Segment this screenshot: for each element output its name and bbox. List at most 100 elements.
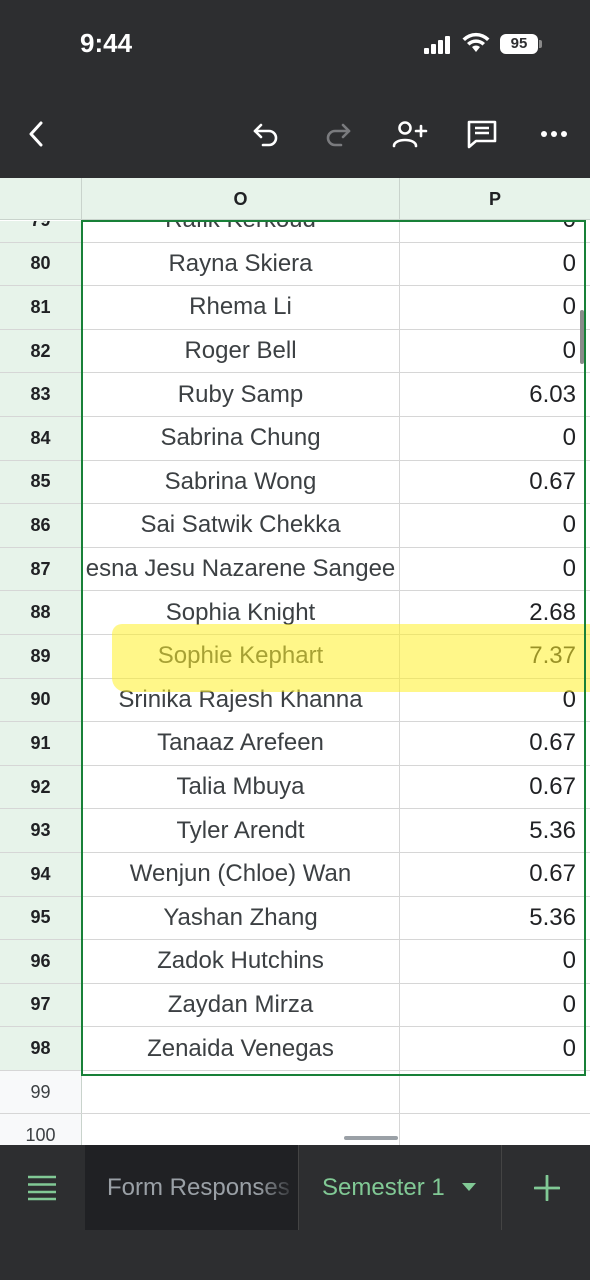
cell-name[interactable]: Rhema Li — [82, 286, 400, 329]
tab-form-responses[interactable]: Form Responses — [85, 1145, 299, 1230]
cell-value[interactable]: 0 — [400, 330, 586, 373]
cell-value[interactable]: 0 — [400, 1027, 586, 1070]
cell-value[interactable]: 0 — [400, 417, 586, 460]
sheet-grid: 79Rafik Kerkoud080Rayna Skiera081Rhema L… — [0, 221, 590, 1145]
cell-name[interactable]: Sophia Knight — [82, 591, 400, 634]
cell-name[interactable]: Tanaaz Arefeen — [82, 722, 400, 765]
cell-value[interactable]: 5.36 — [400, 897, 586, 940]
table-row: 95 Yashan Zhang 5.36 — [0, 896, 590, 941]
row-number[interactable]: 99 — [0, 1070, 82, 1114]
cell-name[interactable]: Rafik Kerkoud — [82, 221, 400, 242]
row-number[interactable]: 86 — [0, 504, 82, 547]
cell-name[interactable] — [82, 1114, 400, 1145]
row-number[interactable]: 89 — [0, 634, 82, 678]
row-number[interactable]: 80 — [0, 242, 82, 286]
more-icon[interactable] — [532, 112, 576, 156]
cell-value[interactable]: 0.67 — [400, 461, 586, 504]
tab-semester-1-label: Semester 1 — [322, 1174, 445, 1201]
battery-indicator: 95 — [500, 34, 538, 54]
cell-value[interactable]: 0 — [400, 243, 586, 286]
cell-name[interactable]: Rayna Skiera — [82, 242, 400, 286]
row-number[interactable]: 100 — [0, 1114, 82, 1145]
row-number[interactable]: 91 — [0, 722, 82, 765]
cell-name[interactable]: Sophie Kephart — [82, 634, 400, 678]
row-number[interactable]: 92 — [0, 765, 82, 809]
cell-value[interactable]: 0 — [400, 940, 586, 983]
table-row: 97 Zaydan Mirza 0 — [0, 983, 590, 1028]
row-number[interactable]: 87 — [0, 547, 82, 591]
row-number[interactable]: 97 — [0, 983, 82, 1027]
status-time: 9:44 — [80, 28, 133, 58]
row-number[interactable]: 88 — [0, 591, 82, 634]
share-person-add-icon[interactable] — [388, 112, 432, 156]
cell-value[interactable]: 0 — [400, 984, 586, 1027]
row-number[interactable]: 93 — [0, 809, 82, 852]
table-row: 82 Roger Bell 0 — [0, 329, 590, 374]
table-row: 91 Tanaaz Arefeen 0.67 — [0, 722, 590, 766]
table-row: 96 Zadok Hutchins 0 — [0, 940, 590, 984]
cell-value[interactable] — [400, 1114, 586, 1145]
table-row: 89 Sophie Kephart 7.37 — [0, 634, 590, 679]
cell-value[interactable]: 0 — [400, 221, 586, 242]
cell-name[interactable] — [82, 1070, 400, 1114]
cell-value[interactable]: 0 — [400, 548, 586, 591]
row-number[interactable]: 96 — [0, 940, 82, 983]
row-number[interactable]: 81 — [0, 286, 82, 329]
cell-name[interactable]: Sabrina Wong — [82, 460, 400, 504]
cell-value[interactable]: 0 — [400, 679, 586, 722]
sheet-tab-bar: Form Responses Semester 1 — [0, 1145, 590, 1230]
row-number[interactable]: 79 — [0, 221, 82, 242]
table-row: 93 Tyler Arendt 5.36 — [0, 809, 590, 853]
row-number[interactable]: 85 — [0, 460, 82, 504]
select-all-corner[interactable] — [0, 178, 82, 220]
cell-value[interactable]: 0.67 — [400, 766, 586, 809]
table-row: 84 Sabrina Chung 0 — [0, 416, 590, 461]
chevron-down-icon[interactable] — [462, 1183, 476, 1191]
cell-value[interactable] — [400, 1071, 586, 1114]
home-indicator-area — [0, 1230, 590, 1280]
row-number[interactable]: 90 — [0, 678, 82, 722]
cell-name[interactable]: Roger Bell — [82, 329, 400, 373]
rows-container: 79Rafik Kerkoud080Rayna Skiera081Rhema L… — [0, 221, 590, 1145]
column-header-p[interactable]: P — [400, 178, 590, 220]
comment-icon[interactable] — [460, 112, 504, 156]
cell-name[interactable]: Wenjun (Chloe) Wan — [82, 852, 400, 896]
cell-name[interactable]: Zadok Hutchins — [82, 940, 400, 983]
cell-name[interactable]: Zenaida Venegas — [82, 1027, 400, 1070]
row-number[interactable]: 94 — [0, 852, 82, 896]
row-number[interactable]: 83 — [0, 373, 82, 416]
signal-icon — [424, 36, 452, 54]
table-row: 98 Zenaida Venegas 0 — [0, 1027, 590, 1071]
horizontal-scrollbar[interactable] — [344, 1136, 398, 1140]
vertical-scrollbar[interactable] — [580, 310, 584, 364]
cell-value[interactable]: 2.68 — [400, 591, 586, 634]
redo-icon — [316, 112, 360, 156]
cell-name[interactable]: Srinika Rajesh Khanna — [82, 678, 400, 722]
cell-value[interactable]: 6.03 — [400, 373, 586, 416]
cell-name[interactable]: Yashan Zhang — [82, 896, 400, 940]
cell-value[interactable]: 0.67 — [400, 853, 586, 896]
row-number[interactable]: 98 — [0, 1027, 82, 1070]
cell-value[interactable]: 0.67 — [400, 722, 586, 765]
undo-icon[interactable] — [244, 112, 288, 156]
add-sheet-icon[interactable] — [503, 1145, 590, 1230]
cell-name[interactable]: Sabrina Chung — [82, 416, 400, 460]
cell-name[interactable]: esna Jesu Nazarene Sangee — [82, 547, 400, 591]
cell-value[interactable]: 5.36 — [400, 809, 586, 852]
cell-name[interactable]: Sai Satwik Chekka — [82, 504, 400, 547]
row-number[interactable]: 84 — [0, 416, 82, 460]
cell-name[interactable]: Talia Mbuya — [82, 765, 400, 809]
column-header-o[interactable]: O — [82, 178, 400, 220]
table-row: 83 Ruby Samp 6.03 — [0, 373, 590, 417]
cell-value[interactable]: 7.37 — [400, 635, 586, 678]
cell-name[interactable]: Tyler Arendt — [82, 809, 400, 852]
cell-value[interactable]: 0 — [400, 286, 586, 329]
cell-value[interactable]: 0 — [400, 504, 586, 547]
row-number[interactable]: 82 — [0, 329, 82, 373]
back-icon[interactable] — [14, 112, 58, 156]
row-number[interactable]: 95 — [0, 896, 82, 940]
table-row: 81 Rhema Li 0 — [0, 286, 590, 330]
cell-name[interactable]: Ruby Samp — [82, 373, 400, 416]
cell-name[interactable]: Zaydan Mirza — [82, 983, 400, 1027]
all-sheets-menu-icon[interactable] — [0, 1145, 84, 1230]
